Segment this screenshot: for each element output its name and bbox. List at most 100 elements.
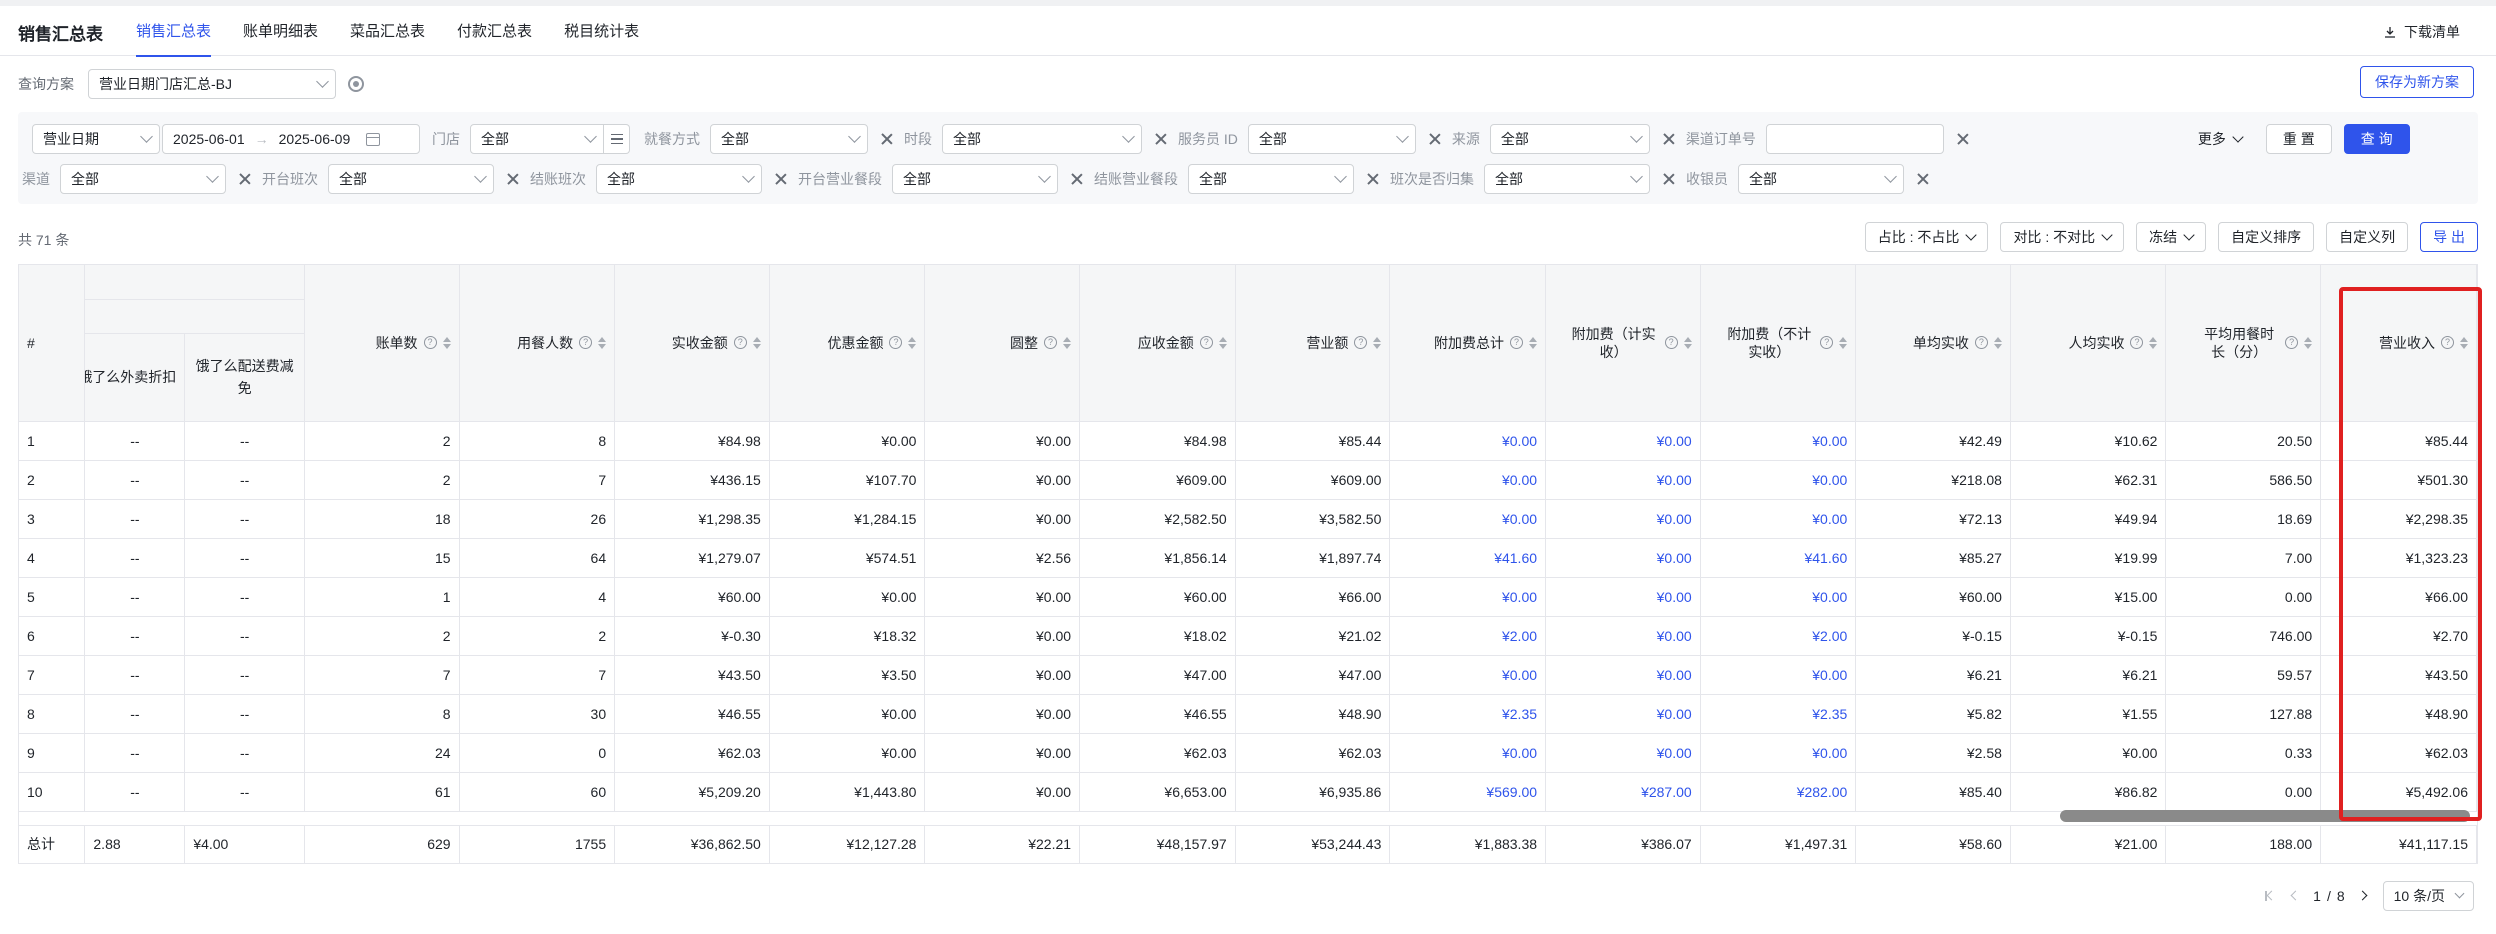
next-page-icon[interactable] — [2359, 891, 2369, 901]
date-range-picker[interactable]: 2025-06-01 → 2025-06-09 — [162, 124, 420, 154]
sort-icon[interactable] — [2304, 336, 2313, 349]
cell[interactable]: ¥0.00 — [1700, 460, 1857, 500]
sort-icon[interactable] — [598, 336, 607, 349]
help-icon[interactable]: ? — [1974, 336, 1988, 350]
clear-icon[interactable] — [238, 172, 252, 186]
open-shift-select[interactable]: 全部 — [328, 164, 494, 194]
sort-icon[interactable] — [1993, 336, 2002, 349]
cashier-select[interactable]: 全部 — [1738, 164, 1904, 194]
clear-icon[interactable] — [1154, 132, 1168, 146]
cell[interactable]: ¥2.35 — [1700, 694, 1857, 734]
store-select[interactable]: 全部 — [470, 124, 604, 154]
sort-icon[interactable] — [442, 336, 451, 349]
col-header-operating-income[interactable]: 营业收入? — [2320, 265, 2477, 422]
period-select[interactable]: 全部 — [942, 124, 1142, 154]
help-icon[interactable]: ? — [1199, 336, 1213, 350]
clear-icon[interactable] — [1916, 172, 1930, 186]
open-meal-select[interactable]: 全部 — [892, 164, 1058, 194]
cell[interactable]: ¥2.00 — [1389, 616, 1547, 656]
cell[interactable]: ¥2.00 — [1700, 616, 1857, 656]
col-header-rounding[interactable]: 圆整? — [924, 265, 1081, 422]
settle-shift-select[interactable]: 全部 — [596, 164, 762, 194]
export-button[interactable]: 导 出 — [2420, 222, 2478, 252]
date-start[interactable]: 2025-06-01 — [163, 131, 255, 147]
sort-icon[interactable] — [752, 336, 761, 349]
clear-icon[interactable] — [1956, 132, 1970, 146]
cell[interactable]: ¥0.00 — [1545, 460, 1701, 500]
clear-icon[interactable] — [880, 132, 894, 146]
clear-icon[interactable] — [1662, 132, 1676, 146]
cell[interactable]: ¥0.00 — [1545, 655, 1701, 695]
clear-icon[interactable] — [1662, 172, 1676, 186]
cell[interactable]: ¥0.00 — [1700, 421, 1857, 461]
col-header-avg-per-person[interactable]: 人均实收? — [2010, 265, 2167, 422]
cell[interactable]: ¥287.00 — [1545, 772, 1701, 812]
col-header-discount[interactable]: 优惠金额? — [769, 265, 926, 422]
cell[interactable]: ¥0.00 — [1700, 499, 1857, 539]
help-icon[interactable]: ? — [1044, 336, 1058, 350]
shift-archived-select[interactable]: 全部 — [1484, 164, 1650, 194]
sort-icon[interactable] — [1839, 336, 1848, 349]
help-icon[interactable]: ? — [1820, 336, 1834, 350]
scheme-select[interactable]: 营业日期门店汇总-BJ — [88, 69, 336, 99]
tab-sales-summary[interactable]: 销售汇总表 — [136, 6, 212, 57]
clear-icon[interactable] — [774, 172, 788, 186]
col-header-turnover[interactable]: 营业额? — [1235, 265, 1391, 422]
first-page-icon[interactable] — [2265, 891, 2275, 901]
cell[interactable]: ¥0.00 — [1545, 694, 1701, 734]
cell[interactable]: ¥0.00 — [1545, 577, 1701, 617]
sort-icon[interactable] — [1063, 336, 1072, 349]
sort-icon[interactable] — [1373, 336, 1382, 349]
col-header-diners[interactable]: 用餐人数? — [459, 265, 616, 422]
channel-select[interactable]: 全部 — [60, 164, 226, 194]
help-icon[interactable]: ? — [579, 336, 593, 350]
cell[interactable]: ¥569.00 — [1389, 772, 1547, 812]
col-header-bill-count[interactable]: 账单数? — [304, 265, 460, 422]
cell[interactable]: ¥41.60 — [1389, 538, 1547, 578]
help-icon[interactable]: ? — [889, 336, 903, 350]
cell[interactable]: ¥0.00 — [1545, 499, 1701, 539]
clear-icon[interactable] — [1428, 132, 1442, 146]
settle-meal-select[interactable]: 全部 — [1188, 164, 1354, 194]
cell[interactable]: ¥0.00 — [1389, 577, 1547, 617]
col-header-receivable[interactable]: 应收金额? — [1079, 265, 1236, 422]
date-type-select[interactable]: 营业日期 — [32, 124, 160, 154]
cell[interactable]: ¥0.00 — [1389, 499, 1547, 539]
cell[interactable]: ¥0.00 — [1545, 538, 1701, 578]
sort-icon[interactable] — [2149, 336, 2158, 349]
clear-icon[interactable] — [1070, 172, 1084, 186]
help-icon[interactable]: ? — [2285, 336, 2299, 350]
reset-button[interactable]: 重 置 — [2265, 124, 2332, 154]
cell[interactable]: ¥282.00 — [1700, 772, 1857, 812]
more-filters-button[interactable]: 更多 — [2198, 129, 2244, 149]
channel-order-input[interactable] — [1765, 124, 1944, 154]
horizontal-scrollbar[interactable] — [2060, 810, 2470, 822]
clear-icon[interactable] — [1366, 172, 1380, 186]
col-header-eleme-discount[interactable]: 饿了么外卖折扣 — [84, 333, 186, 422]
tab-bill-details[interactable]: 账单明细表 — [243, 6, 318, 56]
help-icon[interactable]: ? — [1354, 336, 1368, 350]
ratio-select[interactable]: 占比 : 不占比 — [1864, 222, 1989, 252]
save-as-new-scheme-button[interactable]: 保存为新方案 — [2360, 66, 2474, 98]
sort-icon[interactable] — [1683, 336, 1692, 349]
cell[interactable]: ¥0.00 — [1389, 733, 1547, 773]
cell[interactable]: ¥41.60 — [1700, 538, 1857, 578]
help-icon[interactable]: ? — [733, 336, 747, 350]
col-header-surcharge-total[interactable]: 附加费总计? — [1389, 265, 1547, 422]
custom-sort-button[interactable]: 自定义排序 — [2218, 222, 2315, 252]
sort-icon[interactable] — [2460, 336, 2468, 349]
cell[interactable]: ¥0.00 — [1389, 655, 1547, 695]
cell[interactable]: ¥0.00 — [1545, 733, 1701, 773]
col-header-avg-dining-time[interactable]: 平均用餐时长（分）? — [2165, 265, 2322, 422]
cell[interactable]: ¥0.00 — [1700, 733, 1857, 773]
date-end[interactable]: 2025-06-09 — [269, 131, 361, 147]
cell[interactable]: ¥0.00 — [1700, 577, 1857, 617]
compare-select[interactable]: 对比 : 不对比 — [2000, 222, 2125, 252]
store-filter-icon[interactable] — [604, 124, 630, 154]
tab-payment-summary[interactable]: 付款汇总表 — [457, 6, 532, 56]
cell[interactable]: ¥0.00 — [1545, 616, 1701, 656]
col-header-surcharge-uncounted[interactable]: 附加费（不计实收）? — [1700, 265, 1857, 422]
cell[interactable]: ¥0.00 — [1700, 655, 1857, 695]
help-icon[interactable]: ? — [1664, 336, 1678, 350]
sort-icon[interactable] — [1218, 336, 1227, 349]
